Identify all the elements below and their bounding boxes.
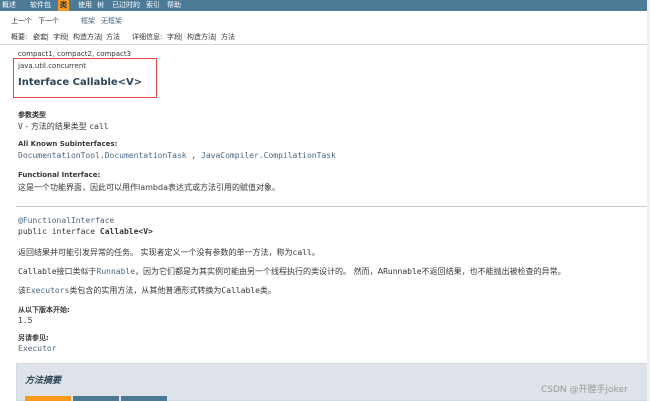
see-also-heading: 另请参见: [18, 334, 49, 342]
detail-field-link[interactable]: 字段 [167, 31, 181, 43]
summary-tab-instance[interactable] [121, 396, 167, 401]
detail-sep: | [214, 33, 217, 41]
desc-p3-callable: Callable [221, 286, 260, 295]
no-frames-link[interactable]: 无框架 [101, 15, 122, 27]
nav-package[interactable]: 软件包 [30, 0, 51, 11]
type-params-heading: 参数类型 [18, 111, 46, 119]
description-p1: 返回结果并可能引发异常的任务。 实现者定义一个没有参数的单一方法，称为call。 [18, 247, 320, 258]
functional-heading: Functional Interface: [18, 171, 101, 179]
desc-p2-runnable: Runnable [383, 267, 422, 276]
summary-tab-abstract[interactable] [73, 396, 119, 401]
nav-use[interactable]: 使用 [78, 0, 92, 11]
since-heading: 从以下版本开始: [18, 306, 70, 314]
signature-prefix: public interface [18, 227, 100, 236]
type-param-method: call [89, 122, 109, 131]
nav-overview[interactable]: 概述 [2, 0, 16, 11]
desc-p2-text2: ，因为它们都是为其实例可能由另一个线程执行的类设计的。 然而，A [135, 267, 384, 276]
nav-help[interactable]: 帮助 [167, 0, 181, 11]
next-link[interactable]: 下一个 [38, 15, 59, 27]
functional-text: 这是一个功能界面，因此可以用作lambda表达式或方法引用的赋值对象。 [18, 183, 280, 192]
detail-sep: | [180, 33, 183, 41]
section-divider [16, 206, 650, 207]
detail-label: 详细信息: [132, 33, 163, 41]
summary-tab-all-methods[interactable] [25, 396, 71, 401]
summary-nested-link[interactable]: 嵌套 [33, 31, 47, 43]
page-title: Interface Callable<V> [18, 77, 143, 88]
package-name: java.util.concurrent [18, 62, 87, 70]
watermark-text: CSDN @开膛手joker [541, 385, 628, 395]
desc-p3-text3: 类。 [259, 286, 276, 295]
frames-link[interactable]: 框架 [81, 15, 95, 27]
desc-p2-text1: 接口类似于 [56, 267, 97, 276]
subnav-summary-detail: 概要: 嵌套 | 字段 | 构造方法 | 方法 详细信息: 字段 | 构造方法 … [0, 31, 650, 43]
nav-tree[interactable]: 树 [97, 0, 104, 11]
subinterface-link-documentation-task[interactable]: DocumentationTool.DocumentationTask [18, 151, 187, 160]
description-p2: Callable接口类似于Runnable，因为它们都是为其实例可能由另一个线程… [18, 266, 566, 277]
summary-sep: | [100, 33, 103, 41]
type-param-desc: 方法的结果类型 [30, 122, 87, 131]
subinterfaces-row: DocumentationTool.DocumentationTask , Ja… [18, 151, 336, 160]
desc-p3-text2: 类包含的实用方法，从其他普通形式转换为 [69, 286, 222, 295]
desc-p2-runnable-link[interactable]: Runnable [97, 267, 136, 276]
summary-field-link[interactable]: 字段 [53, 31, 67, 43]
see-also-executor-link[interactable]: Executor [18, 344, 57, 353]
summary-label: 概要: [11, 33, 28, 41]
subinterfaces-heading: All Known Subinterfaces: [18, 140, 118, 148]
summary-sep: | [66, 33, 69, 41]
desc-p3-text1: 该 [18, 286, 26, 295]
annotation-link[interactable]: @FunctionalInterface [18, 216, 114, 225]
method-summary-heading: 方法摘要 [25, 376, 62, 386]
desc-p2-callable: Callable [18, 267, 57, 276]
desc-p1-end: 。 [311, 248, 320, 257]
summary-method-link[interactable]: 方法 [106, 31, 120, 43]
desc-p2-text3: 不返回结果，也不能抛出被检查的异常。 [421, 267, 566, 276]
profiles-label: compact1, compact2, compact3 [18, 50, 132, 58]
signature-line: public interface Callable<V> [18, 227, 153, 236]
subinterface-sep: , [186, 151, 202, 160]
summary-sep: | [46, 33, 49, 41]
subinterface-link-compilation-task[interactable]: JavaCompiler.CompilationTask [201, 151, 336, 160]
desc-p1-code: call [292, 248, 312, 257]
prev-link[interactable]: 上一个 [11, 15, 32, 27]
summary-constructor-link[interactable]: 构造方法 [73, 31, 101, 43]
description-p3: 该Executors类包含的实用方法，从其他普通形式转换为Callable类。 [18, 285, 276, 296]
type-param-dash: - [22, 122, 31, 131]
subnav-prev-next: 上一个 下一个 框架 无框架 [0, 15, 650, 27]
nav-deprecated[interactable]: 已过时的 [112, 0, 140, 11]
detail-constructor-link[interactable]: 构造方法 [187, 31, 215, 43]
nav-index[interactable]: 索引 [146, 0, 160, 11]
desc-p1-text: 返回结果并可能引发异常的任务。 实现者定义一个没有参数的单一方法，称为 [18, 248, 293, 257]
since-value: 1.5 [18, 316, 33, 325]
top-nav-bar: 概述 软件包 类 使用 树 已过时的 索引 帮助 [0, 0, 650, 11]
desc-p3-executors-link[interactable]: Executors [26, 286, 69, 295]
signature-name: Callable<V> [99, 227, 153, 236]
nav-class: 类 [58, 0, 69, 11]
detail-method-link[interactable]: 方法 [221, 31, 235, 43]
nav-divider [0, 44, 650, 45]
type-param-row: V - 方法的结果类型 call [18, 121, 109, 132]
